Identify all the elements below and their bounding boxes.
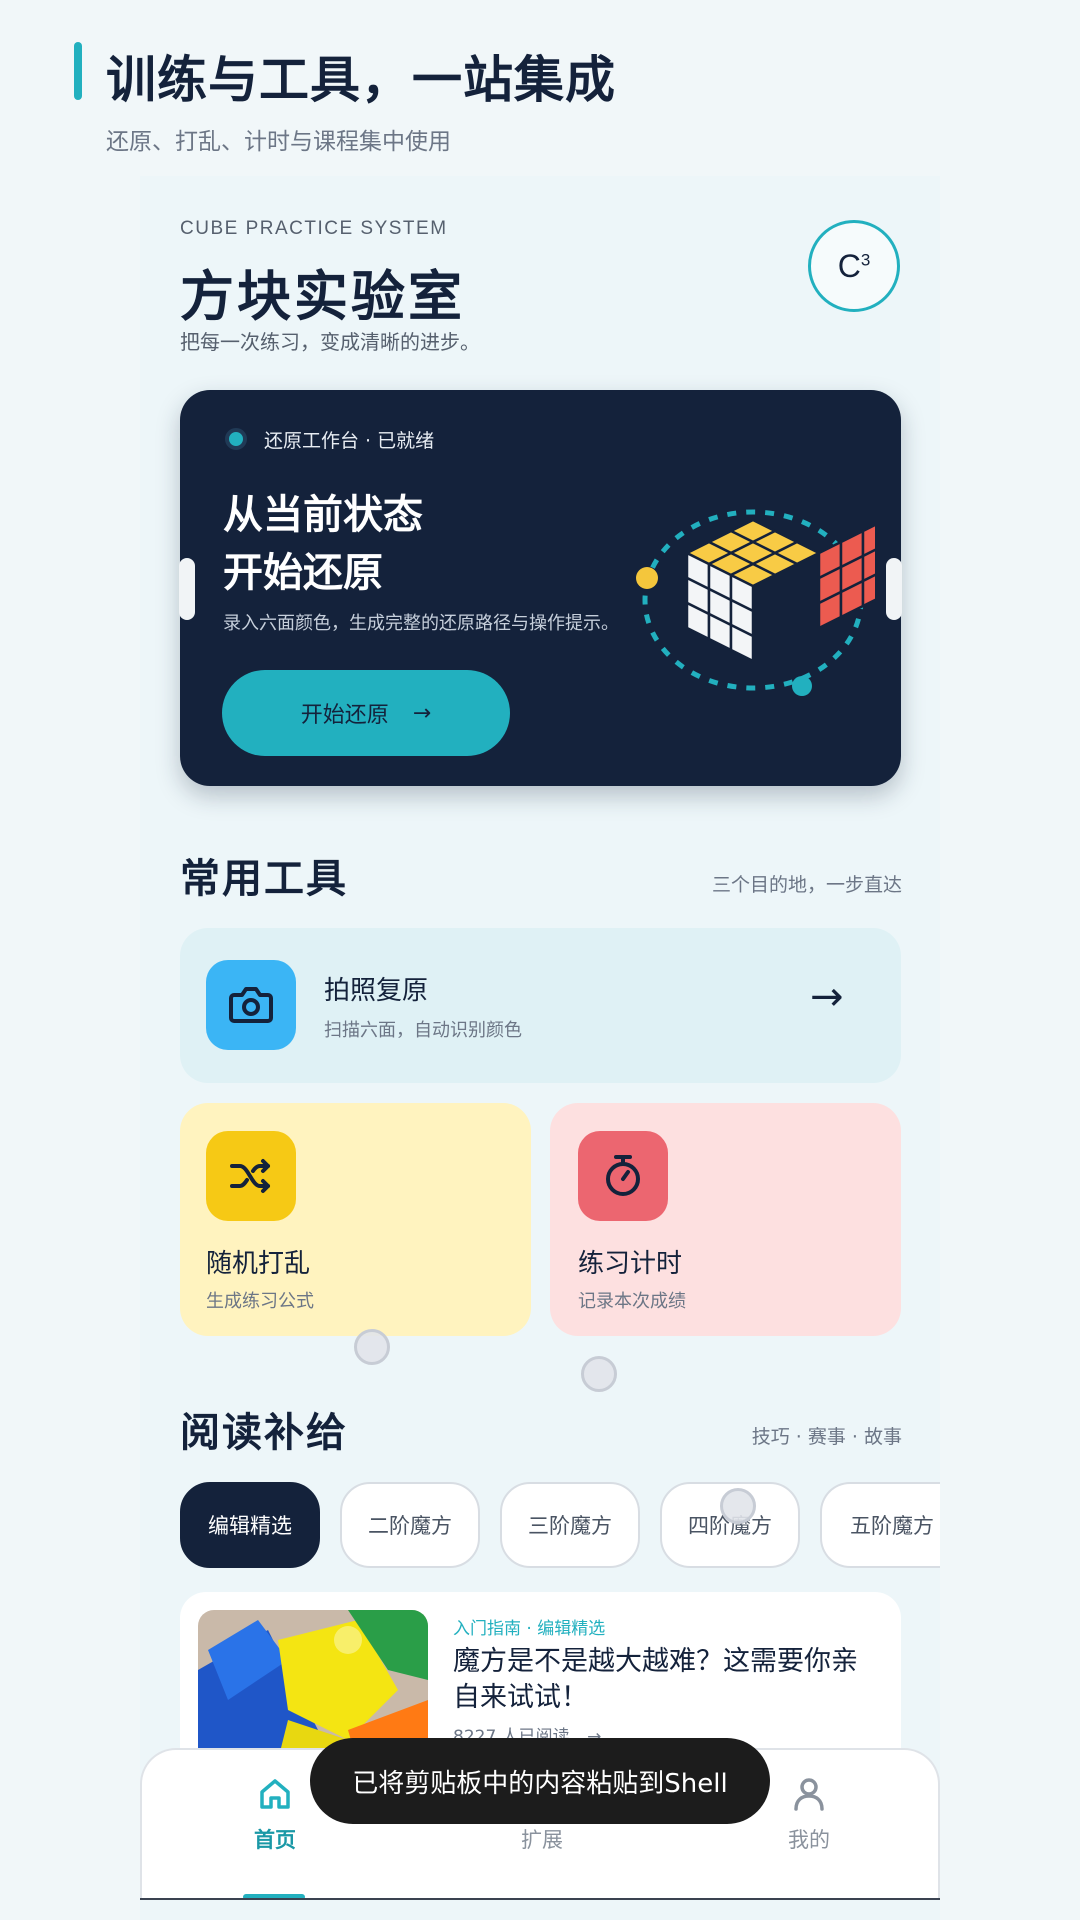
- touch-indicator: [581, 1356, 617, 1392]
- brand-logo[interactable]: C3: [808, 220, 900, 312]
- status-dot-icon: [225, 428, 247, 450]
- random-scramble-title: 随机打乱: [206, 1249, 311, 1279]
- practice-timer-desc: 记录本次成绩: [578, 1291, 686, 1312]
- profile-icon: [794, 1778, 824, 1811]
- solve-hero-card[interactable]: 还原工作台 · 已就绪 从当前状态 开始还原 录入六面颜色，生成完整的还原路径与…: [179, 390, 902, 786]
- brand-slogan: 把每一次练习，变成清晰的进步。: [180, 330, 480, 354]
- touch-indicator: [354, 1329, 390, 1365]
- random-scramble-desc: 生成练习公式: [206, 1291, 314, 1312]
- chip-5x5[interactable]: 五阶魔方: [820, 1482, 940, 1568]
- nav-extension-label: 扩展: [521, 1828, 563, 1852]
- article-title: 魔方是不是越大越难？这需要你亲自来试试！: [453, 1646, 858, 1713]
- reading-section-title: 阅读补给: [180, 1410, 348, 1456]
- arrow-right-icon: →: [412, 700, 432, 726]
- camera-icon: [206, 960, 296, 1050]
- arrow-right-icon[interactable]: →: [810, 974, 844, 1020]
- brand-title: 方块实验室: [180, 265, 465, 328]
- chip-2x2[interactable]: 二阶魔方: [340, 1482, 480, 1568]
- tools-section-title: 常用工具: [180, 856, 348, 902]
- photo-solve-desc: 扫描六面，自动识别颜色: [324, 1020, 522, 1041]
- clipboard-toast: 已将剪贴板中的内容粘贴到Shell: [310, 1738, 770, 1824]
- shuffle-icon: [206, 1131, 296, 1221]
- photo-solve-card[interactable]: 拍照复原 扫描六面，自动识别颜色 →: [180, 928, 901, 1083]
- carousel-handle-left[interactable]: [179, 558, 195, 620]
- touch-indicator: [720, 1488, 756, 1524]
- reading-section-meta: 技巧 · 赛事 · 故事: [751, 1426, 902, 1448]
- brand-english-name: CUBE PRACTICE SYSTEM: [180, 218, 448, 239]
- workbench-status: 还原工作台 · 已就绪: [264, 430, 435, 452]
- practice-timer-card[interactable]: 练习计时 记录本次成绩: [550, 1103, 901, 1336]
- page-title: 训练与工具，一站集成: [106, 51, 616, 109]
- photo-solve-title: 拍照复原: [324, 976, 429, 1006]
- article-tag: 入门指南 · 编辑精选: [453, 1619, 606, 1639]
- tools-section-meta: 三个目的地，一步直达: [711, 874, 902, 896]
- carousel-handle-right[interactable]: [886, 558, 902, 620]
- start-solve-button[interactable]: 开始还原 →: [222, 670, 510, 756]
- hero-heading: 从当前状态 开始还原: [223, 492, 423, 596]
- page-subtitle: 还原、打乱、计时与课程集中使用: [106, 129, 451, 155]
- header-accent-bar: [74, 42, 82, 100]
- chip-editor-picks[interactable]: 编辑精选: [180, 1482, 320, 1568]
- random-scramble-card[interactable]: 随机打乱 生成练习公式: [180, 1103, 531, 1336]
- rubiks-cube-illustration: [636, 509, 875, 696]
- practice-timer-title: 练习计时: [578, 1249, 683, 1279]
- hero-description: 录入六面颜色，生成完整的还原路径与操作提示。: [223, 613, 619, 634]
- stopwatch-icon: [578, 1131, 668, 1221]
- home-icon: [260, 1779, 290, 1809]
- nav-home-label: 首页: [254, 1828, 296, 1852]
- nav-bottom-line: [140, 1898, 940, 1900]
- chip-3x3[interactable]: 三阶魔方: [500, 1482, 640, 1568]
- logo-text: C3: [837, 247, 871, 284]
- nav-profile-label: 我的: [788, 1828, 830, 1852]
